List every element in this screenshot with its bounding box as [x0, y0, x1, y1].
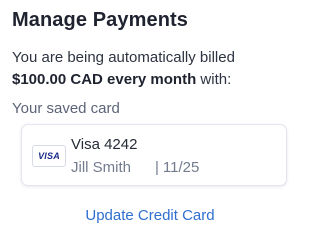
saved-card-label: Your saved card [12, 100, 120, 117]
card-holder-name: Jill Smith [71, 159, 132, 176]
expiry-separator: | [155, 159, 159, 176]
saved-card: VISA Visa 4242 Jill Smith | 11/25 [21, 124, 287, 186]
card-name: Visa 4242 [71, 136, 138, 153]
card-brand-text: VISA [38, 151, 60, 161]
billing-amount-line: $100.00 CAD every month with: [12, 69, 235, 91]
manage-payments-panel: Manage Payments You are being automatica… [0, 0, 300, 242]
billing-suffix: with: [196, 71, 232, 88]
visa-logo-icon: VISA [32, 145, 66, 167]
billing-intro: You are being automatically billed [12, 49, 235, 66]
card-expiry: | 11/25 [155, 159, 199, 176]
billing-description: You are being automatically billed $100.… [12, 47, 235, 91]
page-title: Manage Payments [12, 9, 189, 31]
update-credit-card-link[interactable]: Update Credit Card [0, 207, 300, 224]
expiry-date: 11/25 [162, 159, 200, 176]
billing-amount: $100.00 CAD every month [12, 71, 197, 88]
